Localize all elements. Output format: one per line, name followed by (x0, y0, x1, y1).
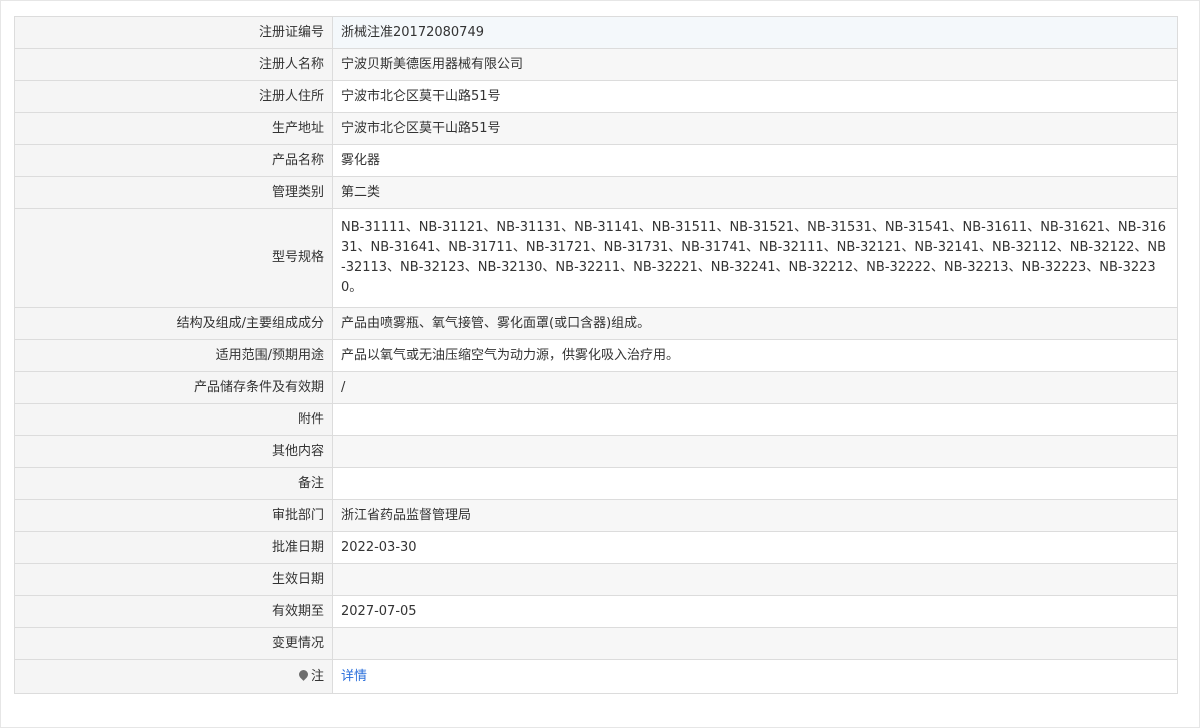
label-approval-date: 批准日期 (14, 531, 333, 564)
label-valid-until: 有效期至 (14, 595, 333, 628)
value-note: 详情 (332, 659, 1178, 694)
label-remarks: 备注 (14, 467, 333, 500)
label-storage-validity: 产品储存条件及有效期 (14, 371, 333, 404)
value-valid-until: 2027-07-05 (332, 595, 1178, 628)
value-intended-use: 产品以氧气或无油压缩空气为动力源，供雾化吸入治疗用。 (332, 339, 1178, 372)
label-product-name: 产品名称 (14, 144, 333, 177)
value-management-category: 第二类 (332, 176, 1178, 209)
row-attachment: 附件 (14, 403, 1178, 436)
value-model-spec: NB-31111、NB-31121、NB-31131、NB-31141、NB-3… (332, 208, 1178, 308)
row-registration-number: 注册证编号 浙械注准20172080749 (14, 16, 1178, 49)
label-effective-date: 生效日期 (14, 563, 333, 596)
row-other-content: 其他内容 (14, 435, 1178, 468)
value-change-history (332, 627, 1178, 660)
value-registration-number: 浙械注准20172080749 (332, 16, 1178, 49)
label-structure-composition: 结构及组成/主要组成成分 (14, 307, 333, 340)
label-approval-department: 审批部门 (14, 499, 333, 532)
row-product-name: 产品名称 雾化器 (14, 144, 1178, 177)
value-storage-validity: / (332, 371, 1178, 404)
value-registrant-address: 宁波市北仑区莫干山路51号 (332, 80, 1178, 113)
row-intended-use: 适用范围/预期用途 产品以氧气或无油压缩空气为动力源，供雾化吸入治疗用。 (14, 339, 1178, 372)
value-other-content (332, 435, 1178, 468)
row-registrant-address: 注册人住所 宁波市北仑区莫干山路51号 (14, 80, 1178, 113)
row-management-category: 管理类别 第二类 (14, 176, 1178, 209)
details-link[interactable]: 详情 (341, 669, 367, 684)
label-registrant-name: 注册人名称 (14, 48, 333, 81)
row-production-address: 生产地址 宁波市北仑区莫干山路51号 (14, 112, 1178, 145)
label-registrant-address: 注册人住所 (14, 80, 333, 113)
value-approval-date: 2022-03-30 (332, 531, 1178, 564)
value-remarks (332, 467, 1178, 500)
value-structure-composition: 产品由喷雾瓶、氧气接管、雾化面罩(或口含器)组成。 (332, 307, 1178, 340)
location-pin-icon (297, 667, 310, 681)
label-model-spec: 型号规格 (14, 208, 333, 308)
row-effective-date: 生效日期 (14, 563, 1178, 596)
row-model-spec: 型号规格 NB-31111、NB-31121、NB-31131、NB-31141… (14, 208, 1178, 308)
value-attachment (332, 403, 1178, 436)
value-effective-date (332, 563, 1178, 596)
detail-panel: 注册证编号 浙械注准20172080749 注册人名称 宁波贝斯美德医用器械有限… (0, 0, 1200, 728)
row-remarks: 备注 (14, 467, 1178, 500)
label-attachment: 附件 (14, 403, 333, 436)
label-note: 注 (14, 659, 333, 694)
row-note: 注 详情 (14, 659, 1178, 694)
row-approval-date: 批准日期 2022-03-30 (14, 531, 1178, 564)
row-change-history: 变更情况 (14, 627, 1178, 660)
note-label: 注 (310, 668, 324, 684)
label-intended-use: 适用范围/预期用途 (14, 339, 333, 372)
row-approval-department: 审批部门 浙江省药品监督管理局 (14, 499, 1178, 532)
label-management-category: 管理类别 (14, 176, 333, 209)
row-storage-validity: 产品储存条件及有效期 / (14, 371, 1178, 404)
row-structure-composition: 结构及组成/主要组成成分 产品由喷雾瓶、氧气接管、雾化面罩(或口含器)组成。 (14, 307, 1178, 340)
label-registration-number: 注册证编号 (14, 16, 333, 49)
label-production-address: 生产地址 (14, 112, 333, 145)
label-other-content: 其他内容 (14, 435, 333, 468)
label-change-history: 变更情况 (14, 627, 333, 660)
registration-detail-table: 注册证编号 浙械注准20172080749 注册人名称 宁波贝斯美德医用器械有限… (14, 16, 1178, 694)
row-valid-until: 有效期至 2027-07-05 (14, 595, 1178, 628)
value-approval-department: 浙江省药品监督管理局 (332, 499, 1178, 532)
value-product-name: 雾化器 (332, 144, 1178, 177)
value-registrant-name: 宁波贝斯美德医用器械有限公司 (332, 48, 1178, 81)
value-production-address: 宁波市北仑区莫干山路51号 (332, 112, 1178, 145)
row-registrant-name: 注册人名称 宁波贝斯美德医用器械有限公司 (14, 48, 1178, 81)
